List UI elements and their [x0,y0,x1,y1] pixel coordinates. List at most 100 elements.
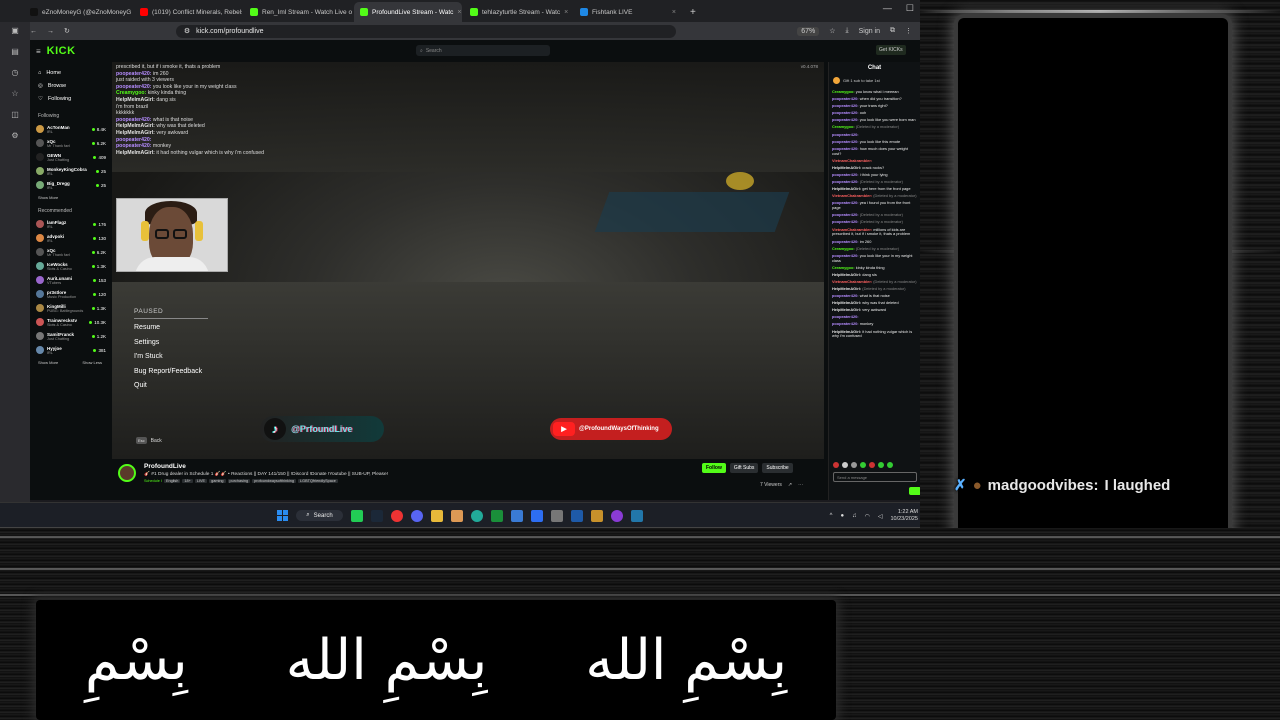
chrome-icon[interactable] [390,509,403,522]
extensions-icon[interactable]: ⧉ [890,27,895,35]
app-icon[interactable] [510,509,523,522]
chat-username[interactable]: HelpMeImAGirl: [832,165,861,170]
chat-message[interactable]: HelpMeImAGirl: get here from the front p… [829,186,920,192]
signin-button[interactable]: Sign in [859,28,880,35]
chat-message[interactable]: VietnamChakrambler: (Deleted by a modera… [829,279,920,285]
channel-item[interactable]: Trainwreckstv Slots & Casino 10.3K [34,315,106,329]
channel-item[interactable]: IceWocks Slots & Casino 1.3K [34,259,106,273]
browser-icon[interactable] [470,509,483,522]
channel-item[interactable]: SamitFranck Just Chatting 1.2K [34,329,106,343]
search-input[interactable]: ⌕ Search [416,45,550,56]
chat-message[interactable]: Creamygoo: (Deleted by a moderator) [829,246,920,252]
channel-item[interactable]: Big_Dregg IRL 25 [34,178,106,192]
chat-username[interactable]: VietnamChakrambler: [832,193,872,198]
chat-message[interactable]: Creamygoo: you know what i meeean [829,89,920,95]
chat-username[interactable]: VietnamChakrambler: [832,158,872,163]
tray-app-icon[interactable]: ● [840,513,844,519]
app-icon[interactable] [630,509,643,522]
browser-tab[interactable]: ProfoundLive Stream - Watc × [354,2,462,22]
close-tab-icon[interactable]: × [457,9,461,16]
channel-item[interactable]: xQc Mr Thank fan! 6.2K [34,136,106,150]
streamer-name[interactable]: ProfoundLive [144,463,186,470]
mic-icon[interactable]: ♫ [852,513,857,519]
forward-icon[interactable]: → [47,28,54,35]
windows-start-icon[interactable] [277,510,289,521]
gift-subs-button[interactable]: Gift Subs [729,463,759,473]
chat-message[interactable]: poopeater420: monkey [829,321,920,327]
show-less-label[interactable]: Show Less [82,360,102,365]
clock[interactable]: 1:22 AM 10/23/2025 [890,509,918,523]
chat-username[interactable]: HelpMeImAGirl: [832,186,861,191]
pause-menu-item[interactable]: Settings [134,339,234,354]
app-icon[interactable] [550,509,563,522]
chat-message[interactable]: poopeater420: (Deleted by a moderator) [829,212,920,218]
history-icon[interactable]: ◷ [12,68,19,77]
chat-message[interactable]: HelpMeImAGirl: dang sis [829,272,920,278]
pause-menu-item[interactable]: Bug Report/Feedback [134,368,234,383]
chat-username[interactable]: poopeater420: [832,314,859,319]
chat-pinned-gift[interactable]: Gift 1 sub to take 1st [833,77,916,84]
chat-username[interactable]: poopeater420: [832,172,859,177]
chat-username[interactable]: Creamygoo: [832,246,855,251]
chat-message[interactable]: VietnamChakrambler: (Deleted by a modera… [829,193,920,199]
bookmark-star-icon[interactable]: ☆ [829,27,835,35]
stream-tag[interactable]: 18+ [182,479,193,483]
chat-username[interactable]: poopeater420: [832,212,859,217]
channel-item[interactable]: Hyyjoe IRL 381 [34,343,106,357]
nav-browse[interactable]: ◎ Browse [34,79,106,92]
taskbar-search[interactable]: ⌕ Search [296,510,343,521]
minimize-icon[interactable]: — [883,3,892,14]
steam-icon[interactable] [370,509,383,522]
collections-icon[interactable]: ◫ [11,110,19,119]
chat-message[interactable]: poopeater420: you look like your in my w… [829,253,920,264]
close-tab-icon[interactable]: × [564,9,568,16]
chat-message[interactable]: poopeater420: what is that noise [829,293,920,299]
chat-message[interactable]: poopeater420: im 260 [829,239,920,245]
browser-tab[interactable]: (1019) Conflict Minerals, Rebels× [134,2,242,22]
chat-message[interactable]: poopeater420: ooh [829,110,920,116]
channel-item[interactable]: AcTonMan IRL 8.4K [34,122,106,136]
chat-username[interactable]: Creamygoo: [832,124,855,130]
emote-icon[interactable] [878,462,884,468]
reload-icon[interactable]: ↻ [64,27,70,35]
url-field[interactable]: ⚙ kick.com/profoundlive [175,24,676,38]
more-icon[interactable]: ⋯ [798,482,803,488]
maximize-icon[interactable]: ☐ [906,3,914,14]
chat-message[interactable]: HelpMeImAGirl: why was that deleted [829,300,920,306]
menu-dots-icon[interactable]: ⋮ [905,27,912,35]
chat-message[interactable]: poopeater420: (Deleted by a moderator) [829,179,920,185]
close-tab-icon[interactable]: × [672,9,676,16]
emote-icon[interactable] [851,462,857,468]
chat-message[interactable]: poopeater420: when did you transition? [829,96,920,102]
chat-message[interactable]: poopeater420: yea i found you from the f… [829,200,920,211]
subscribe-button[interactable]: Subscribe [762,463,793,473]
site-info-icon[interactable]: ⚙ [184,27,190,35]
browser-tab[interactable]: Fishtank LIVE × [574,2,682,22]
hamburger-icon[interactable]: ≡ [36,47,41,56]
chat-username[interactable]: poopeater420: [832,96,859,101]
wifi-icon[interactable]: ◠ [865,513,870,520]
chat-message[interactable]: VietnamChakrambler: millions of kids are… [829,227,920,238]
chat-message[interactable]: poopeater420: (Deleted by a moderator) [829,219,920,225]
share-icon[interactable]: ↗ [788,482,792,488]
chat-username[interactable]: poopeater420: [832,239,859,244]
stream-tag[interactable]: profoundwaysofthinking [252,479,297,483]
channel-item[interactable]: GEWN Just Chatting 409 [34,150,106,164]
stream-tag[interactable]: LIVE [194,479,208,483]
browser-tab[interactable]: tehlazyturtle Stream - Watc × [464,2,572,22]
nav-following[interactable]: ♡ Following [34,92,106,105]
volume-icon[interactable]: ◁ [878,513,883,520]
chat-username[interactable]: poopeater420: [832,179,859,184]
discord-icon[interactable] [410,509,423,522]
channel-item[interactable]: xQc Mr Thank fan! 6.2K [34,245,106,259]
channel-item[interactable]: advpoki IRL 130 [34,231,106,245]
channel-item[interactable]: KingMilli PUBG: Battlegrounds 1.3K [34,301,106,315]
show-more-label[interactable]: Show More [38,360,58,365]
channel-item[interactable]: pr3stlore Music Production 120 [34,287,106,301]
new-tab-button[interactable]: + [684,2,702,22]
chat-username[interactable]: poopeater420: [832,117,859,122]
chat-username[interactable]: HelpMeImAGirl: [832,286,861,291]
channel-item[interactable]: lamFlagz IRL 176 [34,217,106,231]
streamer-avatar[interactable] [118,464,136,482]
chat-message[interactable]: Creamygoo: kinky kinda thing [829,265,920,271]
